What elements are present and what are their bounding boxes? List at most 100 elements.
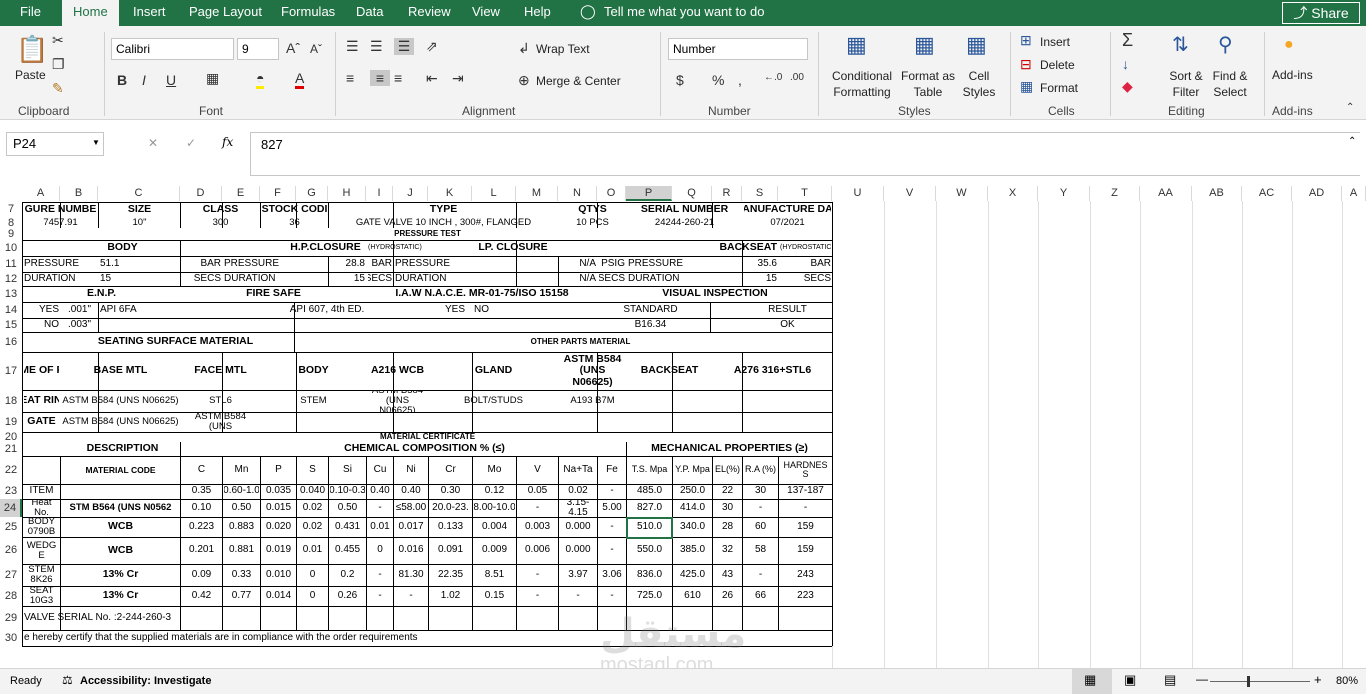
cell[interactable]: STEM [262,390,365,412]
column-header-e[interactable]: E [222,186,260,201]
cell[interactable]: 0.10-0.3 [330,484,365,499]
decrease-decimal-icon[interactable]: .00 [790,72,804,83]
tab-formulas[interactable]: Formulas [271,0,345,26]
data-cell[interactable]: 10 PCS [560,218,625,228]
underline-button[interactable]: U [166,72,176,88]
cell[interactable]: 58 [744,537,777,564]
cell[interactable]: CHEMICAL COMPOSITION % (≤) [224,442,625,456]
cell[interactable]: Si [330,456,365,484]
header-cell[interactable]: SIZE [100,201,179,218]
cell[interactable]: 0.01 [368,517,392,537]
column-header-s[interactable]: S [742,186,778,201]
cell[interactable]: BAR [182,256,221,272]
tab-page-layout[interactable]: Page Layout [179,0,272,26]
cell[interactable]: 137-187 [780,484,831,499]
cell[interactable]: - [780,499,831,517]
cell[interactable]: Mo [474,456,515,484]
formula-input[interactable]: 827 [250,132,1360,176]
cell[interactable]: 159 [780,537,831,564]
cell[interactable]: ASTM B584 (UNS N06625) [368,390,427,412]
cell[interactable]: 1.02 [430,586,471,606]
currency-button[interactable]: $ [676,72,684,88]
cell[interactable]: Fe [599,456,625,484]
column-header-b[interactable]: B [60,186,98,201]
cut-icon[interactable]: ✂ [52,32,64,49]
cell[interactable]: Mn [224,456,259,484]
increase-font-icon[interactable]: Aˆ [286,40,300,56]
cell[interactable]: ASTM B584 (UNS [182,412,259,432]
cell[interactable]: T.S. Mpa [628,456,671,484]
cell[interactable]: 836.0 [628,564,671,586]
cell[interactable]: 22.35 [430,564,471,586]
column-header-u[interactable]: U [832,186,884,201]
cell[interactable]: BODY [24,240,221,256]
row-header-17[interactable]: 17 [0,352,22,390]
row-header-29[interactable]: 29 [0,606,22,630]
tab-file[interactable]: File [10,0,51,26]
header-cell[interactable]: QTYS [560,201,625,218]
cell[interactable]: 13% Cr [62,564,179,586]
cell[interactable]: 0.881 [224,537,259,564]
cell[interactable]: SECS [780,272,831,286]
cell[interactable]: 81.30 [395,564,427,586]
cell[interactable]: 15 [330,272,365,286]
row-header-11[interactable]: 11 [0,256,22,272]
cell[interactable]: S [298,456,327,484]
cell[interactable]: STL6 [182,390,259,412]
align-left-icon[interactable]: ≡ [346,70,354,86]
cell[interactable]: - [599,484,625,499]
cell[interactable]: 3.97 [560,564,596,586]
cell[interactable]: DURATION [395,272,515,286]
column-header-d[interactable]: D [180,186,222,201]
cell[interactable]: BAR [368,256,392,272]
addins-button[interactable]: Add-ins [1272,68,1313,82]
decrease-indent-icon[interactable]: ⇤ [426,70,438,87]
cell[interactable]: P [262,456,295,484]
cell[interactable]: 0.26 [330,586,365,606]
format-cells-button[interactable]: Format [1040,81,1078,95]
cell[interactable]: 15 [744,272,777,286]
cell[interactable]: - [395,586,427,606]
tab-home[interactable]: Home [62,0,119,27]
cell[interactable]: WCB [62,537,179,564]
column-header-x[interactable]: X [988,186,1038,201]
cell[interactable]: ≤58.00 [395,499,427,517]
zoom-out-icon[interactable]: — [1196,672,1208,686]
header-cell[interactable]: CLASS [182,201,259,218]
cell[interactable]: VISUAL INSPECTION [599,286,831,302]
cell[interactable]: - [368,586,392,606]
cell[interactable]: FACE MTL [182,352,259,390]
row-header-23[interactable]: 23 [0,484,22,499]
cell[interactable]: 0.016 [395,537,427,564]
cell[interactable]: DESCRIPTION [24,442,221,456]
cell[interactable]: SECS [182,272,221,286]
cell[interactable]: HARDNES S [780,456,831,484]
fill-color-icon[interactable]: ◓ [256,70,265,89]
zoom-slider[interactable] [1210,681,1310,682]
cell[interactable]: N/A [518,256,596,272]
row-header-22[interactable]: 22 [0,456,22,484]
cell[interactable]: API 607, 4th ED. [262,302,392,318]
row-header-15[interactable]: 15 [0,318,22,332]
cell[interactable]: 22 [714,484,741,499]
cell[interactable]: 0.006 [518,537,557,564]
cell[interactable]: YES [24,302,59,318]
cell[interactable]: Ni [395,456,427,484]
cell[interactable]: - [599,586,625,606]
cell[interactable]: 0.05 [518,484,557,499]
row-header-9[interactable]: 9 [0,228,22,240]
row-header-24[interactable]: 24 [0,499,22,517]
cell[interactable]: NAME OF PAR [24,352,59,390]
cell[interactable]: OK [744,318,831,332]
fill-icon[interactable]: ↓ [1122,56,1129,72]
name-box[interactable]: P24 [6,132,104,156]
cell[interactable]: 8.51 [474,564,515,586]
data-cell[interactable]: 300 [182,218,259,228]
zoom-level[interactable]: 80% [1336,675,1358,687]
cell[interactable]: 0.42 [182,586,221,606]
cell[interactable]: ASTM B584 (UNS N06625) [62,390,179,412]
cell[interactable]: 3.06 [599,564,625,586]
row-header-18[interactable]: 18 [0,390,22,412]
row-header-16[interactable]: 16 [0,332,22,352]
cell[interactable]: SEAT 10G3 [24,586,59,606]
